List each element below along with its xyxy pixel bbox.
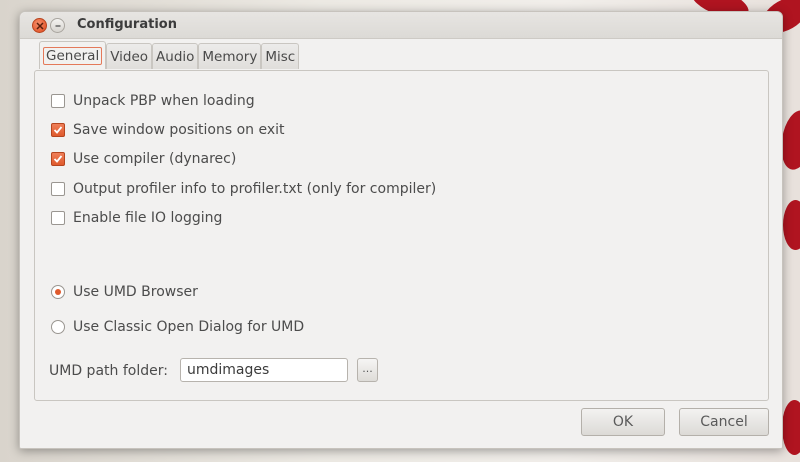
tab-label: Audio — [156, 49, 195, 65]
tab-audio[interactable]: Audio — [152, 43, 199, 69]
browse-button[interactable]: ... — [357, 358, 378, 382]
classic-open-dialog-option[interactable]: Use Classic Open Dialog for UMD — [51, 319, 304, 335]
tab-label: Memory — [202, 49, 258, 65]
option-label: Save window positions on exit — [73, 122, 285, 138]
umd-path-input[interactable] — [180, 358, 348, 382]
tab-label: General — [43, 47, 103, 65]
general-panel: Unpack PBP when loading Save window posi… — [34, 70, 769, 401]
minimize-window-button[interactable] — [50, 18, 65, 33]
tab-bar: General Video Audio Memory Misc — [39, 41, 300, 69]
tab-label: Misc — [265, 49, 296, 65]
umd-browser-option[interactable]: Use UMD Browser — [51, 284, 198, 300]
close-icon — [35, 21, 44, 30]
cancel-button[interactable]: Cancel — [679, 408, 769, 436]
tab-general[interactable]: General — [39, 41, 107, 69]
umd-path-label: UMD path folder: — [49, 363, 168, 379]
configuration-dialog: Configuration General Video Audio Memory… — [19, 11, 783, 449]
title-bar: Configuration — [20, 12, 782, 39]
file-io-logging-checkbox[interactable] — [51, 211, 65, 225]
use-compiler-checkbox[interactable] — [51, 152, 65, 166]
option-label: Unpack PBP when loading — [73, 93, 255, 109]
unpack-pbp-checkbox[interactable] — [51, 94, 65, 108]
use-compiler-option[interactable]: Use compiler (dynarec) — [51, 151, 236, 167]
window-title: Configuration — [77, 17, 177, 32]
checkmark-icon — [53, 126, 63, 134]
output-profiler-option[interactable]: Output profiler info to profiler.txt (on… — [51, 181, 436, 197]
classic-open-dialog-radio[interactable] — [51, 320, 65, 334]
option-label: Output profiler info to profiler.txt (on… — [73, 181, 437, 197]
tab-memory[interactable]: Memory — [198, 43, 262, 69]
option-label: Use UMD Browser — [73, 284, 198, 300]
close-window-button[interactable] — [32, 18, 47, 33]
unpack-pbp-option[interactable]: Unpack PBP when loading — [51, 93, 255, 109]
umd-browser-radio[interactable] — [51, 285, 65, 299]
option-label: Enable file IO logging — [73, 210, 223, 226]
tab-label: Video — [110, 49, 149, 65]
checkmark-icon — [53, 155, 63, 163]
output-profiler-checkbox[interactable] — [51, 182, 65, 196]
tab-video[interactable]: Video — [106, 43, 153, 69]
save-window-positions-checkbox[interactable] — [51, 123, 65, 137]
minimize-icon — [55, 24, 60, 27]
save-window-positions-option[interactable]: Save window positions on exit — [51, 122, 285, 138]
file-io-logging-option[interactable]: Enable file IO logging — [51, 210, 222, 226]
option-label: Use compiler (dynarec) — [73, 151, 237, 167]
tab-misc[interactable]: Misc — [261, 43, 300, 69]
option-label: Use Classic Open Dialog for UMD — [73, 319, 305, 335]
ok-button[interactable]: OK — [581, 408, 665, 436]
